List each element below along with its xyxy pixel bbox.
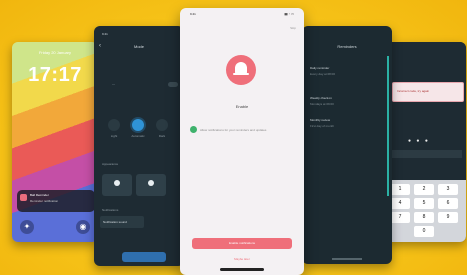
- lockscreen-clock: 17:17: [28, 64, 82, 86]
- key[interactable]: 2: [414, 184, 434, 195]
- key[interactable]: 1: [390, 184, 410, 195]
- camera-icon[interactable]: ◉: [76, 220, 90, 234]
- key[interactable]: 7: [390, 212, 410, 223]
- theme-tile[interactable]: [102, 174, 132, 196]
- numeric-keypad: 1 2 3 4 5 6 7 8 9 0: [386, 180, 466, 242]
- pin-header: [386, 42, 466, 82]
- reminders-phone: Reminders Daily reminder Every day at 08…: [302, 26, 392, 264]
- key[interactable]: 3: [438, 184, 458, 195]
- mode-label: Dark: [158, 134, 166, 138]
- onboarding-title: Enable: [235, 104, 249, 109]
- skip-link[interactable]: Skip: [290, 26, 296, 30]
- onboarding-phone: 9:41 ▮▮ ◔ ▭ Skip Enable Allow notificati…: [180, 8, 304, 275]
- moon-icon: [148, 180, 154, 186]
- key[interactable]: 0: [414, 226, 434, 237]
- later-button[interactable]: Maybe later: [192, 254, 292, 265]
- pin-dots: ● ● ●: [408, 138, 430, 144]
- status-time: 9:41: [102, 32, 108, 36]
- list-title: Reminders: [337, 44, 357, 49]
- mode-label: Light: [110, 134, 118, 138]
- settings-phone: 9:41 ‹ Mode — Light Automatic Dark Appea…: [94, 26, 184, 266]
- list-item-sub: Mondays at 09:00: [310, 102, 334, 106]
- list-item-sub: First day of month: [310, 124, 335, 128]
- list-item[interactable]: Weekly check-in: [310, 96, 332, 100]
- check-icon[interactable]: [190, 126, 197, 133]
- settings-title: Mode: [133, 44, 144, 49]
- mode-auto-radio[interactable]: [132, 119, 144, 131]
- lockscreen-notification[interactable]: Ball Reminder Reminder notification: [17, 190, 95, 212]
- flashlight-icon[interactable]: ✦: [20, 220, 34, 234]
- enable-button[interactable]: Enable notifications: [192, 238, 292, 249]
- toggle[interactable]: [168, 82, 178, 87]
- theme-tile[interactable]: [136, 174, 166, 196]
- app-icon: [20, 194, 27, 201]
- save-button[interactable]: [122, 252, 166, 262]
- key[interactable]: 5: [414, 198, 434, 209]
- key[interactable]: 8: [414, 212, 434, 223]
- accent-bar: [387, 56, 389, 196]
- list-item[interactable]: Daily reminder: [310, 66, 329, 70]
- bell-base: [233, 73, 249, 75]
- sun-icon: [114, 180, 120, 186]
- lockscreen-phone: Friday 20 January 17:17 Ball Reminder Re…: [12, 42, 98, 242]
- section-header: Appearance: [102, 162, 119, 166]
- home-indicator: [332, 258, 362, 260]
- section-header: Notifications: [102, 208, 119, 212]
- pin-phone: Incorrect code, try again ● ● ● 1 2 3 4 …: [386, 42, 466, 242]
- status-time: 9:41: [190, 12, 196, 16]
- key[interactable]: 6: [438, 198, 458, 209]
- sound-field[interactable]: Notification sound: [100, 216, 144, 228]
- home-indicator: [220, 268, 264, 271]
- list-item-sub: Every day at 08:00: [310, 72, 336, 76]
- list-item[interactable]: Monthly review: [310, 118, 330, 122]
- status-icons: ▮▮ ◔ ▭: [284, 12, 294, 16]
- settings-row-label: —: [112, 82, 115, 86]
- bell-icon-circle: [226, 55, 256, 85]
- key[interactable]: 4: [390, 198, 410, 209]
- mode-label: Automatic: [131, 134, 145, 138]
- key[interactable]: 9: [438, 212, 458, 223]
- alert-text: Incorrect code, try again: [397, 89, 430, 93]
- mode-light-radio[interactable]: [108, 119, 120, 131]
- field-label: Notification sound: [103, 220, 127, 224]
- notification-title: Ball Reminder: [30, 193, 49, 197]
- checkbox-label: Allow notifications for your reminders a…: [200, 128, 267, 132]
- notification-body: Reminder notification: [30, 199, 59, 203]
- mode-dark-radio[interactable]: [156, 119, 168, 131]
- lockscreen-date: Friday 20 January: [38, 50, 71, 55]
- alert-card: Incorrect code, try again: [392, 82, 464, 102]
- pin-input[interactable]: [392, 150, 462, 158]
